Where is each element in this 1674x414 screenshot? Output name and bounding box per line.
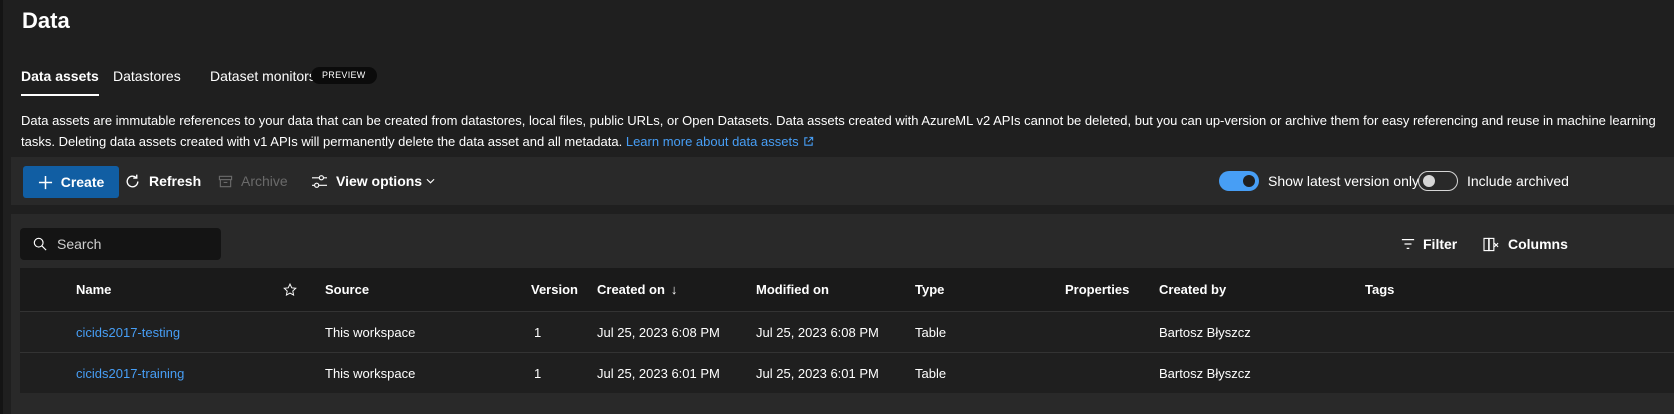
cell-created-on: Jul 25, 2023 6:01 PM: [597, 365, 720, 381]
include-archived-toggle[interactable]: [1418, 171, 1458, 191]
cell-type: Table: [915, 365, 947, 381]
refresh-button[interactable]: Refresh: [124, 157, 201, 205]
cell-created-by: Bartosz Błyszcz: [1159, 324, 1251, 340]
archive-icon: [218, 175, 233, 187]
data-assets-grid-panel: Filter Columns Name Source Version Creat…: [11, 214, 1674, 414]
sort-descending-icon: ↓: [670, 282, 678, 297]
columns-button[interactable]: Columns: [1483, 228, 1568, 260]
cell-name: cicids2017-training: [76, 353, 184, 393]
create-button[interactable]: Create: [23, 166, 119, 198]
page-description: Data assets are immutable references to …: [21, 110, 1661, 153]
filter-button-label: Filter: [1423, 236, 1458, 252]
plus-icon: [38, 175, 52, 189]
data-assets-table: Name Source Version Created on ↓ Modifie…: [20, 268, 1674, 393]
cell-source: This workspace: [325, 324, 416, 340]
archive-button-label: Archive: [241, 173, 288, 189]
tab-data-assets[interactable]: Data assets: [21, 68, 99, 96]
archive-button[interactable]: Archive: [218, 157, 288, 205]
external-link-icon: [803, 132, 814, 153]
filter-icon: [1401, 239, 1415, 249]
command-bar: Create Refresh Archive View options Show…: [11, 157, 1674, 205]
header-type[interactable]: Type: [915, 268, 944, 311]
header-created-on-label: Created on: [597, 282, 665, 297]
search-box[interactable]: [20, 228, 221, 260]
cell-version: 1: [534, 324, 542, 340]
columns-icon: [1483, 237, 1499, 251]
search-icon: [33, 237, 47, 251]
header-created-on[interactable]: Created on ↓: [597, 268, 677, 311]
refresh-icon: [126, 174, 139, 187]
table-row[interactable]: cicids2017-training This workspace 1 Jul…: [20, 352, 1674, 393]
data-page: Data Data assets Datastores Dataset moni…: [0, 0, 1674, 414]
table-header-row: Name Source Version Created on ↓ Modifie…: [20, 268, 1674, 311]
columns-button-label: Columns: [1508, 236, 1568, 252]
create-button-label: Create: [60, 174, 105, 190]
refresh-button-label: Refresh: [149, 173, 202, 189]
view-options-button[interactable]: View options: [311, 157, 443, 205]
settings-sliders-icon: [312, 174, 327, 188]
header-tags[interactable]: Tags: [1365, 268, 1394, 311]
learn-more-link[interactable]: Learn more about data assets: [626, 134, 799, 149]
cell-source: This workspace: [325, 365, 416, 381]
header-version[interactable]: Version: [531, 268, 578, 311]
search-input[interactable]: [57, 236, 207, 252]
show-latest-toggle[interactable]: [1219, 171, 1259, 191]
favorite-star-icon[interactable]: [283, 268, 297, 311]
cell-created-on: Jul 25, 2023 6:08 PM: [597, 324, 720, 340]
header-name[interactable]: Name: [76, 268, 111, 311]
asset-name-link[interactable]: cicids2017-training: [76, 366, 184, 381]
cell-modified-on: Jul 25, 2023 6:08 PM: [756, 324, 879, 340]
view-options-label: View options: [336, 173, 423, 189]
table-row[interactable]: cicids2017-testing This workspace 1 Jul …: [20, 311, 1674, 352]
tab-dataset-monitors[interactable]: Dataset monitors: [210, 68, 316, 84]
left-edge-divider: [0, 0, 3, 414]
page-title: Data: [22, 8, 70, 33]
toggle-knob: [1423, 175, 1435, 187]
filter-button[interactable]: Filter: [1401, 228, 1457, 260]
cell-version: 1: [534, 365, 542, 381]
preview-badge: PREVIEW: [311, 67, 377, 84]
chevron-down-icon: [426, 178, 435, 184]
tab-datastores[interactable]: Datastores: [113, 68, 181, 84]
cell-name: cicids2017-testing: [76, 312, 180, 352]
show-latest-label: Show latest version only: [1268, 173, 1419, 189]
description-text: Data assets are immutable references to …: [21, 113, 1656, 149]
header-modified-on[interactable]: Modified on: [756, 268, 829, 311]
header-source[interactable]: Source: [325, 268, 369, 311]
include-archived-label: Include archived: [1467, 173, 1569, 189]
cell-modified-on: Jul 25, 2023 6:01 PM: [756, 365, 879, 381]
cell-created-by: Bartosz Błyszcz: [1159, 365, 1251, 381]
asset-name-link[interactable]: cicids2017-testing: [76, 325, 180, 340]
header-properties[interactable]: Properties: [1065, 268, 1129, 311]
header-created-by[interactable]: Created by: [1159, 268, 1226, 311]
toggle-knob: [1243, 175, 1255, 187]
cell-type: Table: [915, 324, 947, 340]
